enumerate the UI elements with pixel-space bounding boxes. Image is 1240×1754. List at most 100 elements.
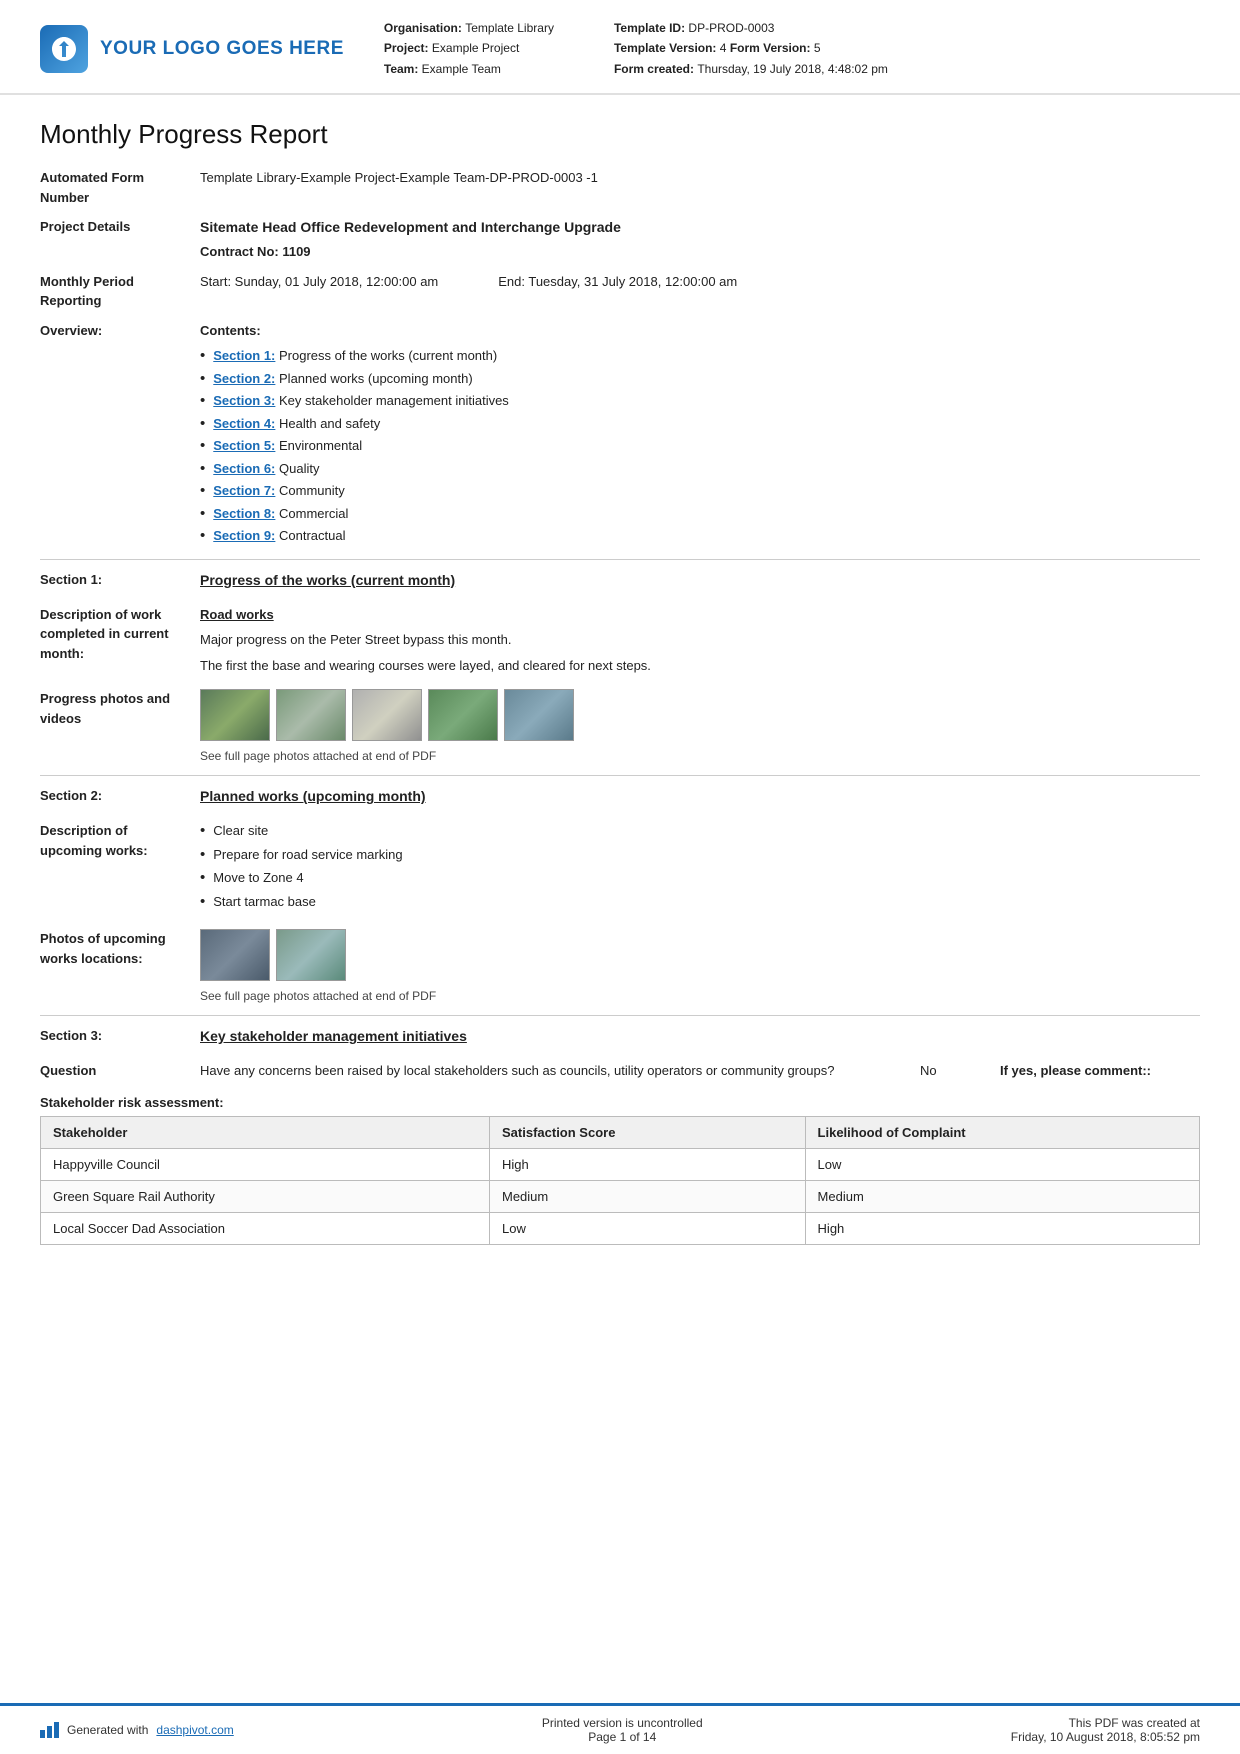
org-row: Organisation: Template Library	[384, 18, 554, 38]
bar-1	[40, 1730, 45, 1738]
print-line1: Printed version is uncontrolled	[542, 1716, 703, 1730]
section3-label: Section 3:	[40, 1026, 200, 1046]
upcoming-works-value: Clear site Prepare for road service mark…	[200, 821, 1200, 915]
list-item: Move to Zone 4	[200, 868, 1200, 888]
list-item: Section 9: Contractual	[200, 526, 1200, 546]
header-meta-right: Template ID: DP-PROD-0003 Template Versi…	[614, 18, 888, 79]
work-desc-label: Description of work completed in current…	[40, 605, 200, 664]
section1-link[interactable]: Section 1:	[213, 346, 275, 366]
pdf-line2: Friday, 10 August 2018, 8:05:52 pm	[1011, 1730, 1200, 1744]
logo-area: YOUR LOGO GOES HERE	[40, 25, 344, 73]
upcoming-work-4: Start tarmac base	[213, 892, 316, 912]
work-type: Road works	[200, 605, 1200, 625]
automated-form-label: Automated Form Number	[40, 168, 200, 207]
monthly-period-row: Monthly Period Reporting Start: Sunday, …	[40, 272, 1200, 311]
overview-row: Overview: Contents: Section 1: Progress …	[40, 321, 1200, 549]
upcoming-list: Clear site Prepare for road service mark…	[200, 821, 1200, 911]
question-row: Question Have any concerns been raised b…	[40, 1061, 1200, 1081]
monthly-period-label: Monthly Period Reporting	[40, 272, 200, 311]
photo-thumb	[200, 929, 270, 981]
contents-list: Section 1: Progress of the works (curren…	[200, 346, 1200, 546]
satisfaction-1: High	[490, 1148, 806, 1180]
likelihood-3: High	[805, 1212, 1199, 1244]
photo-thumb	[428, 689, 498, 741]
generated-text: Generated with	[67, 1723, 148, 1737]
list-item: Section 8: Commercial	[200, 504, 1200, 524]
likelihood-1: Low	[805, 1148, 1199, 1180]
automated-form-value: Template Library-Example Project-Example…	[200, 168, 1200, 188]
section2-heading-val: Planned works (upcoming month)	[200, 786, 1200, 811]
contents-label: Contents:	[200, 321, 1200, 341]
question-grid: Have any concerns been raised by local s…	[200, 1061, 1200, 1081]
photo-strip-1	[200, 689, 1200, 741]
work-desc-value: Road works Major progress on the Peter S…	[200, 605, 1200, 676]
photos-note-2: See full page photos attached at end of …	[200, 987, 1200, 1005]
question-answer: No	[920, 1061, 980, 1081]
section2-label: Section 2:	[40, 786, 200, 806]
version-row: Template Version: 4 Form Version: 5	[614, 38, 888, 58]
work-desc-row: Description of work completed in current…	[40, 605, 1200, 676]
section5-link[interactable]: Section 5:	[213, 436, 275, 456]
project-details-label: Project Details	[40, 217, 200, 237]
template-version-value: 4	[720, 41, 727, 55]
table-row: Green Square Rail Authority Medium Mediu…	[41, 1180, 1200, 1212]
section1-text: Progress of the works (current month)	[279, 346, 497, 366]
upcoming-work-2: Prepare for road service marking	[213, 845, 402, 865]
upcoming-works-row: Description of upcoming works: Clear sit…	[40, 821, 1200, 915]
main-content: Monthly Progress Report Automated Form N…	[0, 95, 1240, 1703]
stakeholder-table: Stakeholder Satisfaction Score Likelihoo…	[40, 1116, 1200, 1245]
period-end: End: Tuesday, 31 July 2018, 12:00:00 am	[498, 272, 737, 292]
team-value: Example Team	[422, 62, 501, 76]
report-title: Monthly Progress Report	[40, 119, 1200, 150]
work-desc-1: Major progress on the Peter Street bypas…	[200, 630, 1200, 650]
list-item: Start tarmac base	[200, 892, 1200, 912]
pdf-line1: This PDF was created at	[1011, 1716, 1200, 1730]
col-stakeholder: Stakeholder	[41, 1116, 490, 1148]
progress-photos-value: See full page photos attached at end of …	[200, 689, 1200, 765]
section8-link[interactable]: Section 8:	[213, 504, 275, 524]
team-row: Team: Example Team	[384, 59, 554, 79]
photo-strip-2	[200, 929, 1200, 981]
photo-thumb	[352, 689, 422, 741]
header-meta-left: Organisation: Template Library Project: …	[384, 18, 554, 79]
monthly-period-value: Start: Sunday, 01 July 2018, 12:00:00 am…	[200, 272, 1200, 292]
page: YOUR LOGO GOES HERE Organisation: Templa…	[0, 0, 1240, 1754]
footer-logo-bars	[40, 1722, 59, 1738]
col-satisfaction: Satisfaction Score	[490, 1116, 806, 1148]
template-version-label: Template Version:	[614, 41, 716, 55]
list-item: Section 6: Quality	[200, 459, 1200, 479]
template-id-row: Template ID: DP-PROD-0003	[614, 18, 888, 38]
upcoming-photos-row: Photos of upcoming works locations: See …	[40, 929, 1200, 1005]
project-value: Example Project	[432, 41, 519, 55]
section9-text: Contractual	[279, 526, 345, 546]
period-start: Start: Sunday, 01 July 2018, 12:00:00 am	[200, 272, 438, 292]
form-version-value: 5	[814, 41, 821, 55]
section9-link[interactable]: Section 9:	[213, 526, 275, 546]
question-comment: If yes, please comment::	[1000, 1061, 1200, 1081]
form-version-label: Form Version:	[730, 41, 811, 55]
table-body: Happyville Council High Low Green Square…	[41, 1148, 1200, 1244]
section1-heading-text: Progress of the works (current month)	[200, 570, 1200, 591]
project-label: Project:	[384, 41, 429, 55]
template-id-label: Template ID:	[614, 21, 685, 35]
form-created-row: Form created: Thursday, 19 July 2018, 4:…	[614, 59, 888, 79]
section7-link[interactable]: Section 7:	[213, 481, 275, 501]
footer-right: This PDF was created at Friday, 10 Augus…	[1011, 1716, 1200, 1744]
table-row: Local Soccer Dad Association Low High	[41, 1212, 1200, 1244]
section1-label: Section 1:	[40, 570, 200, 590]
list-item: Clear site	[200, 821, 1200, 841]
section7-text: Community	[279, 481, 345, 501]
stakeholder-title: Stakeholder risk assessment:	[40, 1095, 1200, 1110]
list-item: Section 4: Health and safety	[200, 414, 1200, 434]
generated-link[interactable]: dashpivot.com	[156, 1723, 233, 1737]
logo-icon	[40, 25, 88, 73]
section2-row: Section 2: Planned works (upcoming month…	[40, 786, 1200, 811]
stakeholder-name-1: Happyville Council	[41, 1148, 490, 1180]
section3-link[interactable]: Section 3:	[213, 391, 275, 411]
section2-link[interactable]: Section 2:	[213, 369, 275, 389]
stakeholder-section: Stakeholder risk assessment: Stakeholder…	[40, 1095, 1200, 1245]
section3-heading-val: Key stakeholder management initiatives	[200, 1026, 1200, 1051]
section4-link[interactable]: Section 4:	[213, 414, 275, 434]
section6-link[interactable]: Section 6:	[213, 459, 275, 479]
upcoming-photos-label: Photos of upcoming works locations:	[40, 929, 200, 968]
